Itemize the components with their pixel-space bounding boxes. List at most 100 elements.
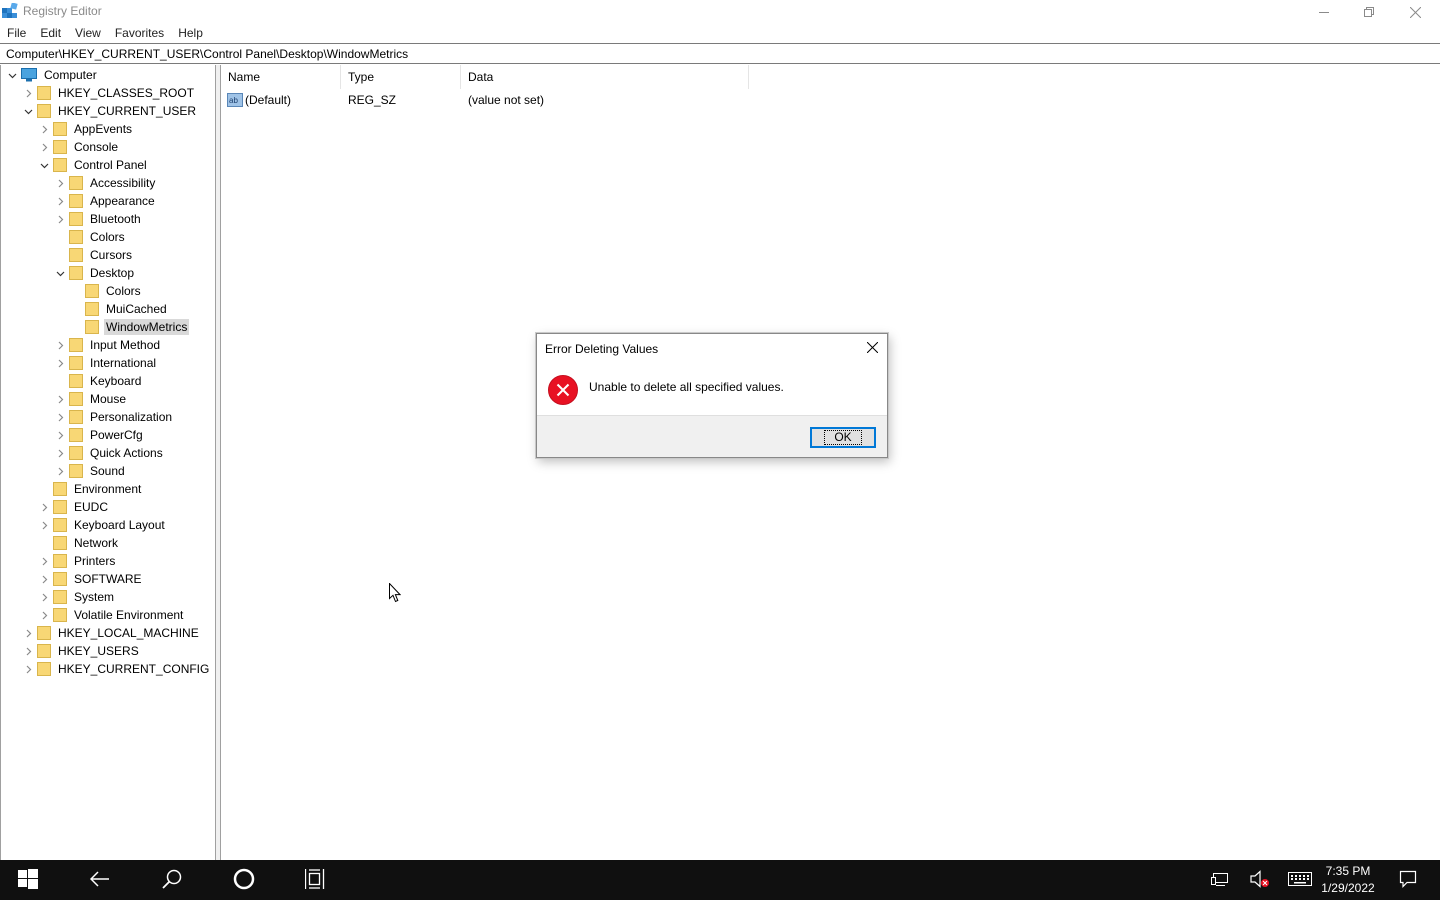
chevron-down-icon[interactable]	[23, 102, 33, 120]
chevron-right-icon[interactable]	[55, 462, 65, 480]
tree-node-keyboard-layout-24[interactable]: Keyboard Layout	[39, 516, 167, 534]
tree-node-label: HKEY_USERS	[58, 644, 139, 658]
key-tree[interactable]: Computer HKEY_CLASSES_ROOT HKEY_CURRENT_US…	[0, 65, 216, 860]
tree-node-console-3[interactable]: Console	[39, 138, 120, 156]
chevron-right-icon[interactable]	[23, 624, 33, 642]
tree-node-colors-8[interactable]: Colors	[55, 228, 127, 246]
tree-node-hkey-current-config-32[interactable]: HKEY_CURRENT_CONFIG	[23, 660, 211, 678]
tree-node-input-method-14[interactable]: Input Method	[55, 336, 162, 354]
chevron-right-icon[interactable]	[39, 516, 49, 534]
no-expander	[39, 480, 49, 498]
chevron-right-icon[interactable]	[23, 84, 33, 102]
tree-node-hkey-classes-root-0[interactable]: HKEY_CLASSES_ROOT	[23, 84, 196, 102]
chevron-right-icon[interactable]	[55, 354, 65, 372]
search-button[interactable]	[148, 860, 196, 900]
start-button[interactable]	[4, 860, 52, 900]
back-button[interactable]	[76, 860, 124, 900]
minimize-button[interactable]	[1301, 0, 1347, 24]
task-view-button[interactable]	[292, 860, 340, 900]
chevron-right-icon[interactable]	[55, 336, 65, 354]
tree-node-muicached-12[interactable]: MuiCached	[71, 300, 169, 318]
chevron-right-icon[interactable]	[39, 138, 49, 156]
chevron-down-icon[interactable]	[55, 264, 65, 282]
ok-button[interactable]: OK	[810, 427, 876, 448]
chevron-right-icon[interactable]	[55, 210, 65, 228]
tree-node-personalization-18[interactable]: Personalization	[55, 408, 174, 426]
address-bar[interactable]: Computer\HKEY_CURRENT_USER\Control Panel…	[0, 43, 1440, 64]
chevron-right-icon[interactable]	[55, 192, 65, 210]
close-button[interactable]	[1392, 0, 1438, 24]
menu-edit[interactable]: Edit	[33, 24, 68, 42]
menu-help[interactable]: Help	[171, 24, 210, 42]
tree-node-environment-22[interactable]: Environment	[39, 480, 143, 498]
chevron-right-icon[interactable]	[55, 174, 65, 192]
chevron-right-icon[interactable]	[39, 498, 49, 516]
tree-node-software-27[interactable]: SOFTWARE	[39, 570, 144, 588]
tree-node-eudc-23[interactable]: EUDC	[39, 498, 110, 516]
menu-view[interactable]: View	[68, 24, 108, 42]
dialog-close-button[interactable]	[861, 338, 883, 360]
folder-icon	[37, 626, 51, 640]
no-expander	[55, 228, 65, 246]
folder-icon	[37, 644, 51, 658]
chevron-right-icon[interactable]	[39, 570, 49, 588]
tree-node-international-15[interactable]: International	[55, 354, 158, 372]
tree-node-accessibility-5[interactable]: Accessibility	[55, 174, 157, 192]
tree-node-powercfg-19[interactable]: PowerCfg	[55, 426, 145, 444]
chevron-right-icon[interactable]	[39, 552, 49, 570]
chevron-down-icon[interactable]	[7, 66, 17, 84]
tree-node-cursors-9[interactable]: Cursors	[55, 246, 134, 264]
values-list[interactable]: Name Type Data ab (Default) REG_SZ (valu…	[220, 65, 1440, 860]
tree-node-desktop-10[interactable]: Desktop	[55, 264, 136, 282]
system-clock[interactable]: 7:35 PM 1/29/2022	[1308, 863, 1388, 897]
tree-node-label: Quick Actions	[90, 446, 163, 460]
tree-node-windowmetrics-13[interactable]: WindowMetrics	[71, 318, 190, 336]
tree-node-appevents-2[interactable]: AppEvents	[39, 120, 134, 138]
chevron-right-icon[interactable]	[55, 426, 65, 444]
list-row[interactable]: ab (Default) REG_SZ (value not set)	[221, 65, 1439, 109]
clock-date: 1/29/2022	[1321, 881, 1375, 895]
chevron-right-icon[interactable]	[55, 408, 65, 426]
tree-node-hkey-users-31[interactable]: HKEY_USERS	[23, 642, 141, 660]
tree-node-mouse-17[interactable]: Mouse	[55, 390, 128, 408]
no-expander	[71, 318, 81, 336]
tree-node-volatile-environment-29[interactable]: Volatile Environment	[39, 606, 185, 624]
tree-node-colors-11[interactable]: Colors	[71, 282, 143, 300]
no-expander	[39, 534, 49, 552]
back-icon	[89, 870, 110, 890]
chevron-right-icon[interactable]	[55, 444, 65, 462]
chevron-right-icon[interactable]	[39, 120, 49, 138]
restore-button[interactable]	[1346, 0, 1392, 24]
chevron-right-icon[interactable]	[23, 642, 33, 660]
address-path[interactable]: Computer\HKEY_CURRENT_USER\Control Panel…	[6, 47, 408, 61]
cortana-button[interactable]	[220, 860, 268, 900]
chevron-right-icon[interactable]	[23, 660, 33, 678]
tree-node-control-panel-4[interactable]: Control Panel	[39, 156, 149, 174]
menu-file[interactable]: File	[0, 24, 33, 42]
start-icon	[18, 868, 38, 892]
tree-node-label: Colors	[106, 284, 141, 298]
folder-icon	[53, 536, 67, 550]
tree-node-computer[interactable]: Computer	[7, 66, 99, 84]
tree-node-appearance-6[interactable]: Appearance	[55, 192, 157, 210]
tree-node-label: Environment	[74, 482, 142, 496]
chevron-right-icon[interactable]	[55, 390, 65, 408]
tree-node-label: Accessibility	[90, 176, 156, 190]
tree-node-hkey-current-user-1[interactable]: HKEY_CURRENT_USER	[23, 102, 198, 120]
tree-node-hkey-local-machine-30[interactable]: HKEY_LOCAL_MACHINE	[23, 624, 201, 642]
chevron-right-icon[interactable]	[39, 588, 49, 606]
menu-favorites[interactable]: Favorites	[108, 24, 171, 42]
tree-node-bluetooth-7[interactable]: Bluetooth	[55, 210, 143, 228]
action-center-button[interactable]	[1384, 860, 1432, 900]
folder-icon	[53, 572, 67, 586]
tree-node-printers-26[interactable]: Printers	[39, 552, 117, 570]
chevron-down-icon[interactable]	[39, 156, 49, 174]
chevron-right-icon[interactable]	[39, 606, 49, 624]
tree-node-label: HKEY_LOCAL_MACHINE	[58, 626, 199, 640]
tree-node-keyboard-16[interactable]: Keyboard	[55, 372, 143, 390]
tree-node-quick-actions-20[interactable]: Quick Actions	[55, 444, 165, 462]
tree-node-system-28[interactable]: System	[39, 588, 116, 606]
folder-icon	[69, 356, 83, 370]
tree-node-sound-21[interactable]: Sound	[55, 462, 127, 480]
tree-node-network-25[interactable]: Network	[39, 534, 120, 552]
